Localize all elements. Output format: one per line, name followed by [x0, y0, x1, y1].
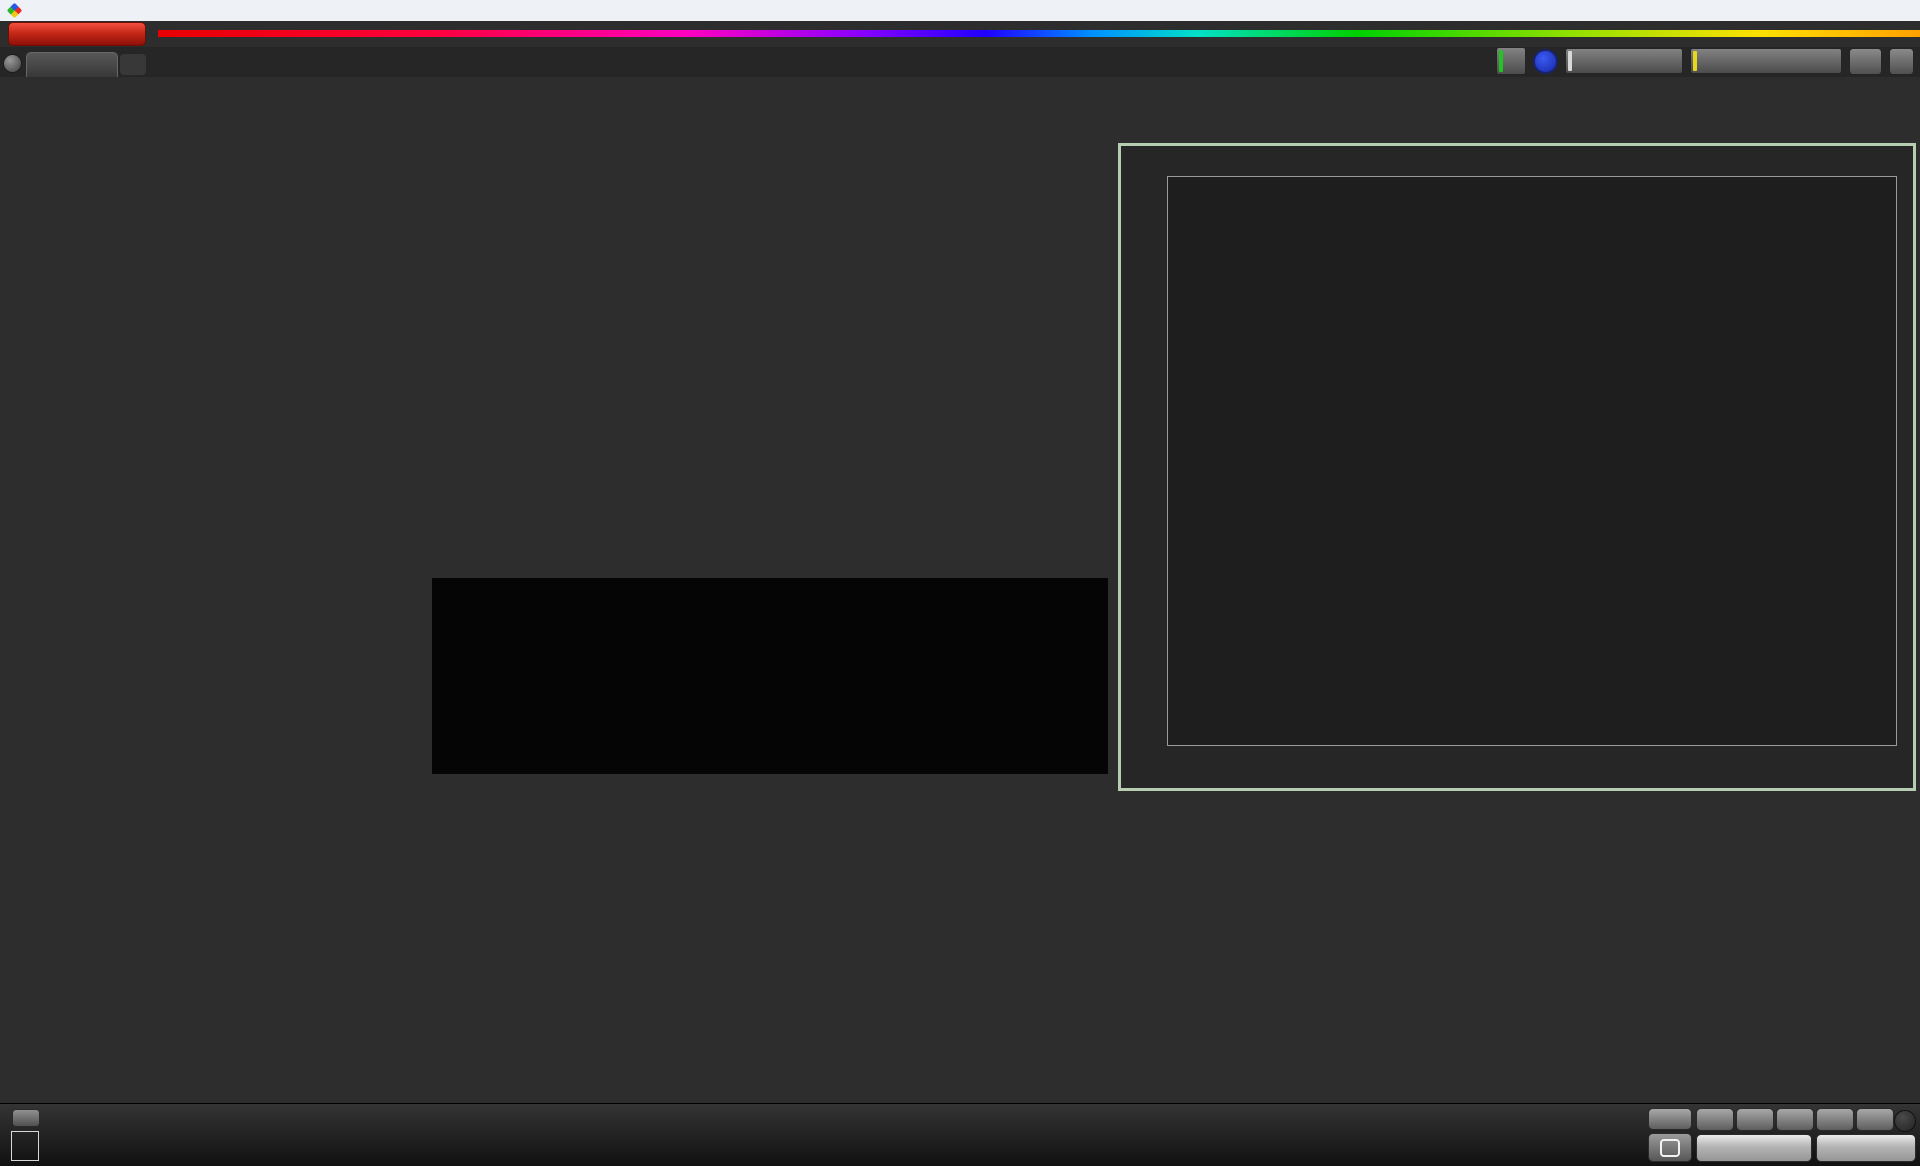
status-led	[1894, 1110, 1916, 1132]
expand-transport-button[interactable]	[1648, 1108, 1692, 1130]
cie-chromaticity-plot	[1167, 176, 1897, 746]
meter-controls	[1496, 47, 1914, 75]
minimize-button[interactable]	[1788, 0, 1832, 21]
patch-window-control	[8, 1109, 44, 1162]
loop-button[interactable]	[1856, 1108, 1894, 1131]
exposure-badge[interactable]	[1533, 48, 1558, 74]
app-icon	[6, 2, 23, 19]
settings-button[interactable]	[1849, 47, 1882, 75]
meter-device-dropdown[interactable]	[1496, 47, 1526, 75]
play-button[interactable]	[1736, 1108, 1774, 1131]
current-patch-swatch[interactable]	[11, 1131, 39, 1161]
single-measure-button[interactable]	[1776, 1108, 1814, 1131]
calman-menu-button[interactable]	[8, 22, 146, 46]
deltae2000-chart	[46, 253, 410, 758]
tab-scroll-button[interactable]	[3, 54, 22, 73]
tab-history-1[interactable]	[26, 52, 118, 77]
maximize-button[interactable]	[1832, 0, 1876, 21]
rainbow-accent-bar	[158, 30, 1920, 37]
add-tab-button[interactable]	[120, 54, 146, 75]
back-button[interactable]	[1696, 1134, 1812, 1162]
rgb-balance-chart	[462, 828, 702, 1058]
display-control-dropdown[interactable]	[1690, 48, 1842, 74]
calman-window	[0, 0, 1920, 1166]
patch-toggle-button[interactable]	[1648, 1133, 1692, 1162]
close-button[interactable]	[1876, 0, 1920, 21]
patch-toggle-icon	[1660, 1138, 1680, 1157]
actual-target-strip	[432, 578, 1108, 774]
continuous-measure-button[interactable]	[1816, 1108, 1854, 1131]
bottom-bar	[0, 1103, 1920, 1166]
next-button[interactable]	[1816, 1134, 1916, 1162]
device-status-stripe	[1499, 50, 1503, 72]
transport-controls	[1642, 1108, 1918, 1164]
logo-row	[0, 21, 1920, 47]
expand-patches-button[interactable]	[12, 1109, 40, 1127]
delta-l-chart	[459, 178, 637, 578]
delta-h-chart	[912, 178, 1090, 578]
source-dropdown[interactable]	[1565, 48, 1683, 74]
display-status-stripe	[1693, 51, 1697, 71]
tab-bar	[0, 47, 1920, 77]
title-bar	[0, 0, 1920, 21]
delta-c-chart	[686, 178, 864, 578]
collapse-panel-button[interactable]	[1889, 47, 1914, 75]
source-status-stripe	[1568, 51, 1572, 71]
cie-1931-panel	[1118, 143, 1916, 791]
stop-button[interactable]	[1696, 1108, 1734, 1131]
